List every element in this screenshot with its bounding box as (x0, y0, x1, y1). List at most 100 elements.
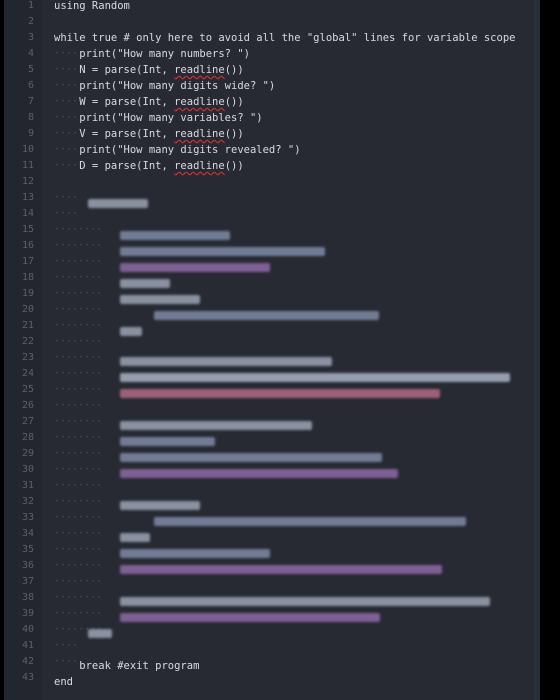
line-number: 10 (21, 144, 34, 155)
line-number: 43 (21, 672, 34, 683)
indent-dots: ···· (54, 192, 79, 203)
indent-dots: ········ (54, 256, 103, 267)
line-number: 20 (21, 304, 34, 315)
redacted-block (120, 501, 200, 510)
code-text: ()) (224, 128, 244, 140)
indent-dots: ········ (54, 496, 103, 507)
indent-dots: ········ (54, 432, 103, 443)
code-editor[interactable]: 1 2 3 4 5 6 7 8 9 10 11 12 13 14 15 16 1… (4, 0, 540, 700)
redacted-block (120, 421, 312, 430)
line-number: 12 (21, 176, 34, 187)
code-text: ()) (224, 96, 244, 108)
line-number: 3 (27, 32, 34, 43)
line-number: 32 (21, 496, 34, 507)
line-number: 21 (21, 320, 34, 331)
line-number: 18 (21, 272, 34, 283)
indent-dots: ········ (54, 480, 103, 491)
redacted-block (154, 311, 379, 320)
line-number: 25 (21, 384, 34, 395)
code-line[interactable]: end (54, 674, 73, 690)
indent-dots: ········ (54, 576, 103, 587)
code-text: N = parse(Int, (54, 64, 175, 76)
line-number: 37 (21, 576, 34, 587)
indent-dots: ········ (54, 512, 103, 523)
indent-dots: ········ (54, 336, 103, 347)
redacted-block (120, 357, 332, 366)
indent-dots: ········ (54, 240, 103, 251)
line-number: 29 (21, 448, 34, 459)
line-number: 39 (21, 608, 34, 619)
code-line[interactable]: print("How many digits revealed? ") (54, 142, 300, 158)
code-line[interactable]: W = parse(Int, readline()) (54, 94, 244, 110)
code-line[interactable]: while true # only here to avoid all the … (54, 30, 515, 46)
line-number: 19 (21, 288, 34, 299)
redacted-block (120, 437, 215, 446)
indent-dots: ···· (54, 208, 79, 219)
code-line[interactable]: break #exit program (54, 658, 199, 674)
redacted-block (120, 533, 150, 542)
line-number: 38 (21, 592, 34, 603)
indent-dots: ········ (54, 288, 103, 299)
line-number: 26 (21, 400, 34, 411)
line-number: 1 (27, 0, 34, 11)
indent-dots: ········ (54, 560, 103, 571)
redacted-block (120, 263, 270, 272)
line-number: 17 (21, 256, 34, 267)
line-number: 5 (27, 64, 34, 75)
redacted-block (120, 549, 270, 558)
code-line[interactable]: V = parse(Int, readline()) (54, 126, 244, 142)
line-number: 4 (27, 48, 34, 59)
line-number: 24 (21, 368, 34, 379)
redacted-block (120, 295, 200, 304)
redacted-block (88, 199, 148, 208)
indent-dots: ········ (54, 384, 103, 395)
redacted-block (88, 629, 112, 638)
line-number: 11 (21, 160, 34, 171)
indent-dots: ········ (54, 528, 103, 539)
line-number: 22 (21, 336, 34, 347)
redacted-block (154, 517, 466, 526)
indent-dots: ········ (54, 416, 103, 427)
line-number: 7 (27, 96, 34, 107)
line-number: 2 (27, 16, 34, 27)
code-line[interactable]: N = parse(Int, readline()) (54, 62, 243, 78)
readline-squiggle: readline (174, 160, 225, 172)
indent-dots: ········ (54, 448, 103, 459)
code-line[interactable]: print("How many variables? ") (54, 110, 262, 126)
line-number: 28 (21, 432, 34, 443)
code-line[interactable]: using Random (54, 0, 130, 14)
scrollbar[interactable] (534, 0, 540, 700)
redacted-block (120, 565, 442, 574)
code-text: D = parse(Int, (54, 160, 175, 172)
redacted-block (120, 279, 170, 288)
line-number: 36 (21, 560, 34, 571)
line-number: 41 (21, 640, 34, 651)
redacted-block (120, 469, 398, 478)
readline-squiggle: readline (174, 128, 225, 140)
redacted-block (120, 389, 440, 398)
code-text: W = parse(Int, (54, 96, 175, 108)
readline-squiggle: readline (174, 96, 225, 108)
line-number: 40 (21, 624, 34, 635)
line-number: 33 (21, 512, 34, 523)
indent-dots: ···· (54, 640, 79, 651)
redacted-block (120, 247, 325, 256)
indent-dots: ········ (54, 272, 103, 283)
redacted-block (120, 597, 490, 606)
indent-dots: ········ (54, 368, 103, 379)
redacted-block (120, 373, 510, 382)
line-number: 13 (21, 192, 34, 203)
redacted-block (120, 453, 382, 462)
line-number: 14 (21, 208, 34, 219)
line-number: 30 (21, 464, 34, 475)
code-line[interactable]: print("How many digits wide? ") (54, 78, 275, 94)
indent-dots: ········ (54, 320, 103, 331)
line-number: 42 (21, 656, 34, 667)
redacted-block (120, 613, 380, 622)
line-number: 34 (21, 528, 34, 539)
line-number: 16 (21, 240, 34, 251)
code-text: ()) (224, 160, 244, 172)
readline-squiggle: readline (174, 64, 225, 76)
code-line[interactable]: print("How many numbers? ") (54, 46, 250, 62)
code-line[interactable]: D = parse(Int, readline()) (54, 158, 244, 174)
